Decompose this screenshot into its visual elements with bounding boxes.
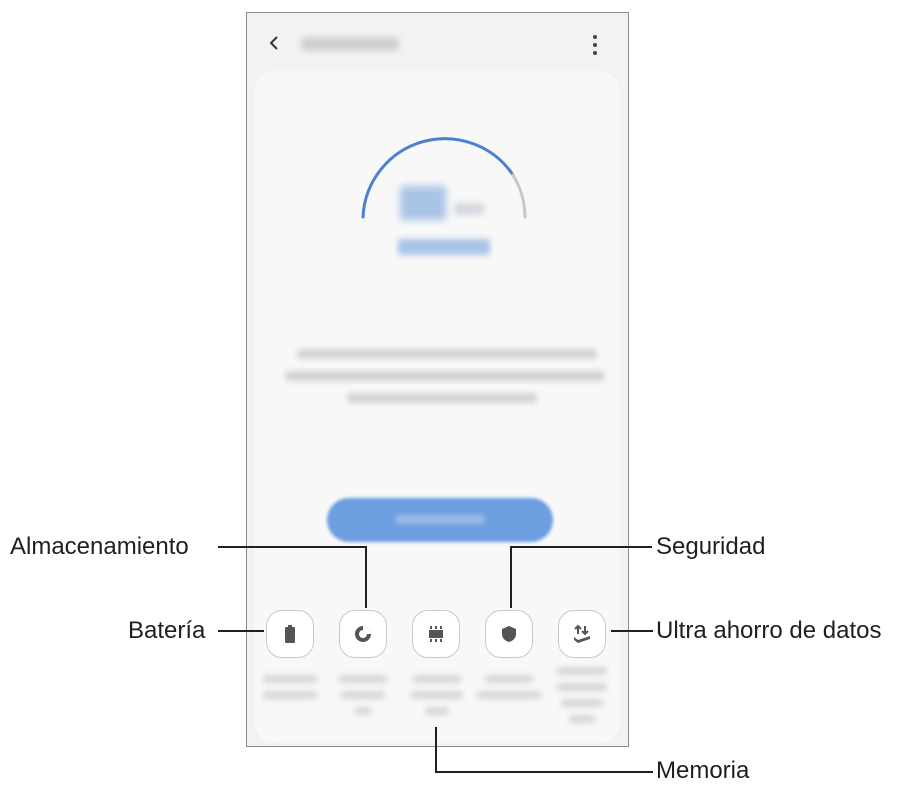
shield-icon [502,626,516,642]
data-saver-icon [574,624,590,643]
data-saver-button[interactable] [558,610,606,658]
callout-line-battery [218,630,264,632]
shortcut-label-blurred [339,675,387,683]
description-line [347,393,537,403]
callout-line-security [510,546,652,548]
callout-line-memory [435,771,653,773]
shortcut-label-blurred [557,667,607,675]
shortcut-label-blurred [561,699,603,707]
callout-line-storage [218,546,367,548]
description-line [297,349,597,359]
shortcut-label-blurred [341,691,385,699]
score-unit-blurred [454,203,484,215]
annotation-data-saver: Ultra ahorro de datos [656,617,882,644]
shortcut-label-blurred [425,707,449,715]
annotation-memory: Memoria [656,757,750,784]
annotation-security: Seguridad [656,533,766,560]
score-value-blurred [400,186,446,220]
callout-line-security [510,546,512,608]
description-line [285,371,605,381]
back-button[interactable] [267,33,281,53]
callout-line-memory [435,727,437,773]
battery-button[interactable] [266,610,314,658]
more-vert-icon [593,35,597,39]
optimize-button-label-blurred [395,515,485,524]
security-button[interactable] [485,610,533,658]
callout-line-storage [365,546,367,608]
shortcut-label-blurred [569,715,595,723]
battery-icon [285,625,295,643]
phone-screen [246,12,629,747]
shortcut-label-blurred [263,675,317,683]
shortcut-label-blurred [477,691,541,699]
device-care-card [255,71,620,743]
shortcut-label-blurred [355,707,371,715]
optimize-now-button[interactable] [327,498,553,542]
chevron-left-icon [269,36,278,50]
annotation-battery: Batería [128,617,206,644]
annotation-storage: Almacenamiento [10,533,189,560]
top-app-bar [247,13,628,73]
memory-icon [429,626,443,642]
shortcut-label-blurred [411,691,463,699]
callout-line-data-saver [611,630,653,632]
storage-icon [355,626,371,642]
more-options-button[interactable] [591,35,599,55]
app-title-blurred [301,37,399,51]
status-text-blurred [398,239,490,255]
memory-button[interactable] [412,610,460,658]
shortcut-label-blurred [263,691,317,699]
storage-button[interactable] [339,610,387,658]
shortcut-label-blurred [557,683,607,691]
shortcut-label-blurred [485,675,533,683]
shortcut-label-blurred [413,675,461,683]
score-gauge [361,137,527,219]
